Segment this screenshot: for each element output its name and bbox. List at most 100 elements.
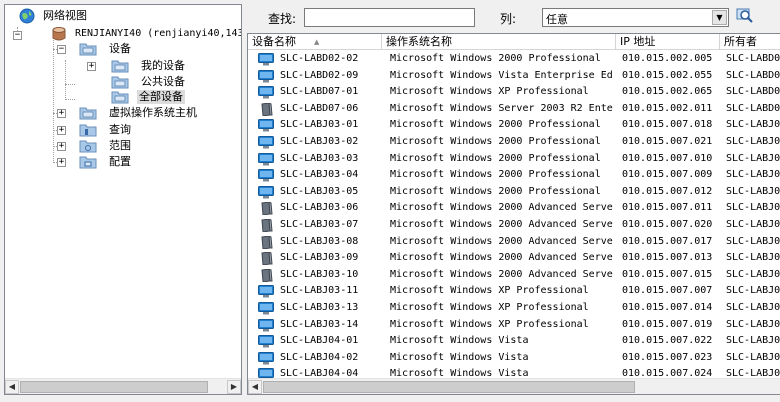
device-name-cell: SLC-LABJ03-08 [280,235,359,247]
tree-vm-hosts-node[interactable]: 虚拟操作系统主机 [79,105,199,121]
scopes-expand-toggle[interactable]: + [57,142,66,151]
ip-address-cell: 010.015.007.012 [622,185,713,197]
find-input[interactable] [304,8,475,27]
scope-folder-icon [79,140,97,153]
tree-queries-node[interactable]: 查询 [79,122,133,138]
os-name-cell: Microsoft Windows 2000 Professional [390,53,601,64]
scroll-thumb[interactable] [20,381,208,393]
os-name-cell: Microsoft Windows 2000 Professional [390,185,601,197]
owner-cell: SLC-LABJ0 [726,285,780,297]
table-row[interactable]: SLC-LABJ04-02 Microsoft Windows Vista 010.… [248,350,780,367]
table-row[interactable]: SLC-LABJ04-01 Microsoft Windows Vista 010.… [248,333,780,350]
table-row[interactable]: SLC-LABJ03-10 Microsoft Windows 2000 Adva… [248,267,780,284]
tree-server-node[interactable]: RENJIANYI40 (renjianyi40,1433) [51,26,241,42]
column-select[interactable]: 任意 ▼ [542,8,729,27]
owner-cell: SLC-LABD0 [726,53,780,64]
monitor-icon [258,152,274,166]
table-row[interactable]: SLC-LABD07-01 Microsoft Windows XP Profes… [248,84,780,101]
config-expand-toggle[interactable]: + [57,158,66,167]
column-header-os-name[interactable]: 操作系统名称 [382,34,616,50]
os-name-cell: Microsoft Windows Server 2003 R2 Ente... [390,102,614,114]
table-row[interactable]: SLC-LABJ03-08 Microsoft Windows 2000 Adva… [248,234,780,251]
scroll-left-button[interactable]: ◀ [248,380,262,394]
list-horizontal-scrollbar[interactable]: ◀ [248,378,780,394]
table-row[interactable]: SLC-LABJ03-01 Microsoft Windows 2000 Prof… [248,117,780,134]
monitor-icon [258,185,274,199]
ip-address-cell: 010.015.007.013 [622,252,713,264]
ip-address-cell: 010.015.007.014 [622,302,713,313]
tree-scopes-node[interactable]: 范围 [79,138,133,154]
scroll-right-button[interactable]: ▶ [227,380,241,394]
monitor-icon [258,335,274,348]
os-name-cell: Microsoft Windows Vista Enterprise Ed... [390,69,614,81]
config-folder-icon [79,156,97,169]
device-name-cell: SLC-LABJ03-09 [280,252,359,264]
os-name-cell: Microsoft Windows 2000 Advanced Server [390,202,614,214]
table-row[interactable]: SLC-LABD07-06 Microsoft Windows Server 20… [248,101,780,118]
table-row[interactable]: SLC-LABJ03-09 Microsoft Windows 2000 Adva… [248,250,780,267]
devices-collapse-toggle[interactable]: − [57,45,66,54]
os-name-cell: Microsoft Windows 2000 Professional [390,119,601,131]
table-row[interactable]: SLC-LABJ03-04 Microsoft Windows 2000 Prof… [248,167,780,184]
server-collapse-toggle[interactable]: − [13,31,22,40]
tree-root[interactable]: 网络视图 [19,8,89,24]
table-row[interactable]: SLC-LABD02-09 Microsoft Windows Vista Ent… [248,68,780,85]
my-devices-expand-toggle[interactable]: + [87,62,96,71]
vm-hosts-expand-toggle[interactable]: + [57,109,66,118]
ip-address-cell: 010.015.007.020 [622,219,713,230]
column-header-ip[interactable]: IP 地址 [616,34,720,50]
find-search-icon[interactable] [736,7,754,25]
monitor-icon [258,136,274,149]
table-row[interactable]: SLC-LABJ03-03 Microsoft Windows 2000 Prof… [248,151,780,168]
table-row[interactable]: SLC-LABJ03-11 Microsoft Windows XP Profes… [248,283,780,300]
table-row[interactable]: SLC-LABD02-02 Microsoft Windows 2000 Prof… [248,51,780,68]
os-name-cell: Microsoft Windows 2000 Professional [390,152,601,164]
tree-config-label: 配置 [109,155,131,168]
table-row[interactable]: SLC-LABJ03-02 Microsoft Windows 2000 Prof… [248,134,780,151]
queries-expand-toggle[interactable]: + [57,126,66,135]
table-row[interactable]: SLC-LABJ03-06 Microsoft Windows 2000 Adva… [248,200,780,217]
os-name-cell: Microsoft Windows XP Professional [390,285,589,297]
table-row[interactable]: SLC-LABJ03-14 Microsoft Windows XP Profes… [248,317,780,334]
device-name-cell: SLC-LABJ04-01 [280,335,359,347]
device-name-cell: SLC-LABD07-06 [280,102,359,114]
tree-public-devices-node[interactable]: 公共设备 [111,74,187,90]
table-row[interactable]: SLC-LABJ03-07 Microsoft Windows 2000 Adva… [248,217,780,234]
device-list-view: 设备名称 ▲ 操作系统名称 IP 地址 所有者 SLC-LABD02-02 Mic… [247,33,780,395]
device-name-cell: SLC-LABJ03-14 [280,318,359,330]
device-name-cell: SLC-LABD02-02 [280,53,359,64]
owner-cell: SLC-LABD0 [726,102,780,114]
owner-cell: SLC-LABD0 [726,69,780,81]
ip-address-cell: 010.015.002.065 [622,86,713,98]
device-name-cell: SLC-LABD02-09 [280,69,359,81]
table-row[interactable]: SLC-LABJ03-13 Microsoft Windows XP Profes… [248,300,780,317]
monitor-icon [258,119,274,132]
server-icon [261,235,273,249]
ip-address-cell: 010.015.007.022 [622,335,713,347]
ip-address-cell: 010.015.002.005 [622,53,713,64]
folder-icon [79,43,97,56]
ip-address-cell: 010.015.002.011 [622,102,713,114]
device-name-cell: SLC-LABJ03-06 [280,202,359,214]
device-name-cell: SLC-LABJ03-10 [280,268,359,280]
os-name-cell: Microsoft Windows XP Professional [390,318,589,330]
tree-devices-node[interactable]: 设备 [79,41,133,57]
tree-server-label: RENJIANYI40 (renjianyi40,1433) [75,28,241,39]
scroll-thumb[interactable] [263,381,635,393]
table-row[interactable]: SLC-LABJ03-05 Microsoft Windows 2000 Prof… [248,184,780,201]
tree-my-devices-node[interactable]: 我的设备 [111,58,187,74]
column-header-device-name[interactable]: 设备名称 ▲ [248,34,382,50]
query-folder-icon [79,124,97,137]
chevron-down-icon[interactable]: ▼ [712,10,727,25]
device-name-cell: SLC-LABJ03-13 [280,302,359,313]
scroll-left-button[interactable]: ◀ [5,380,19,394]
device-name-cell: SLC-LABJ03-05 [280,185,359,197]
ip-address-cell: 010.015.007.019 [622,318,713,330]
tree-config-node[interactable]: 配置 [79,154,133,170]
device-name-cell: SLC-LABJ03-04 [280,169,359,181]
tree-all-devices-node[interactable]: 全部设备 [111,89,185,105]
column-header-owner[interactable]: 所有者 [720,34,780,50]
monitor-icon [258,351,274,365]
tree-horizontal-scrollbar[interactable]: ◀ ▶ [5,378,241,394]
ip-address-cell: 010.015.007.018 [622,119,713,131]
